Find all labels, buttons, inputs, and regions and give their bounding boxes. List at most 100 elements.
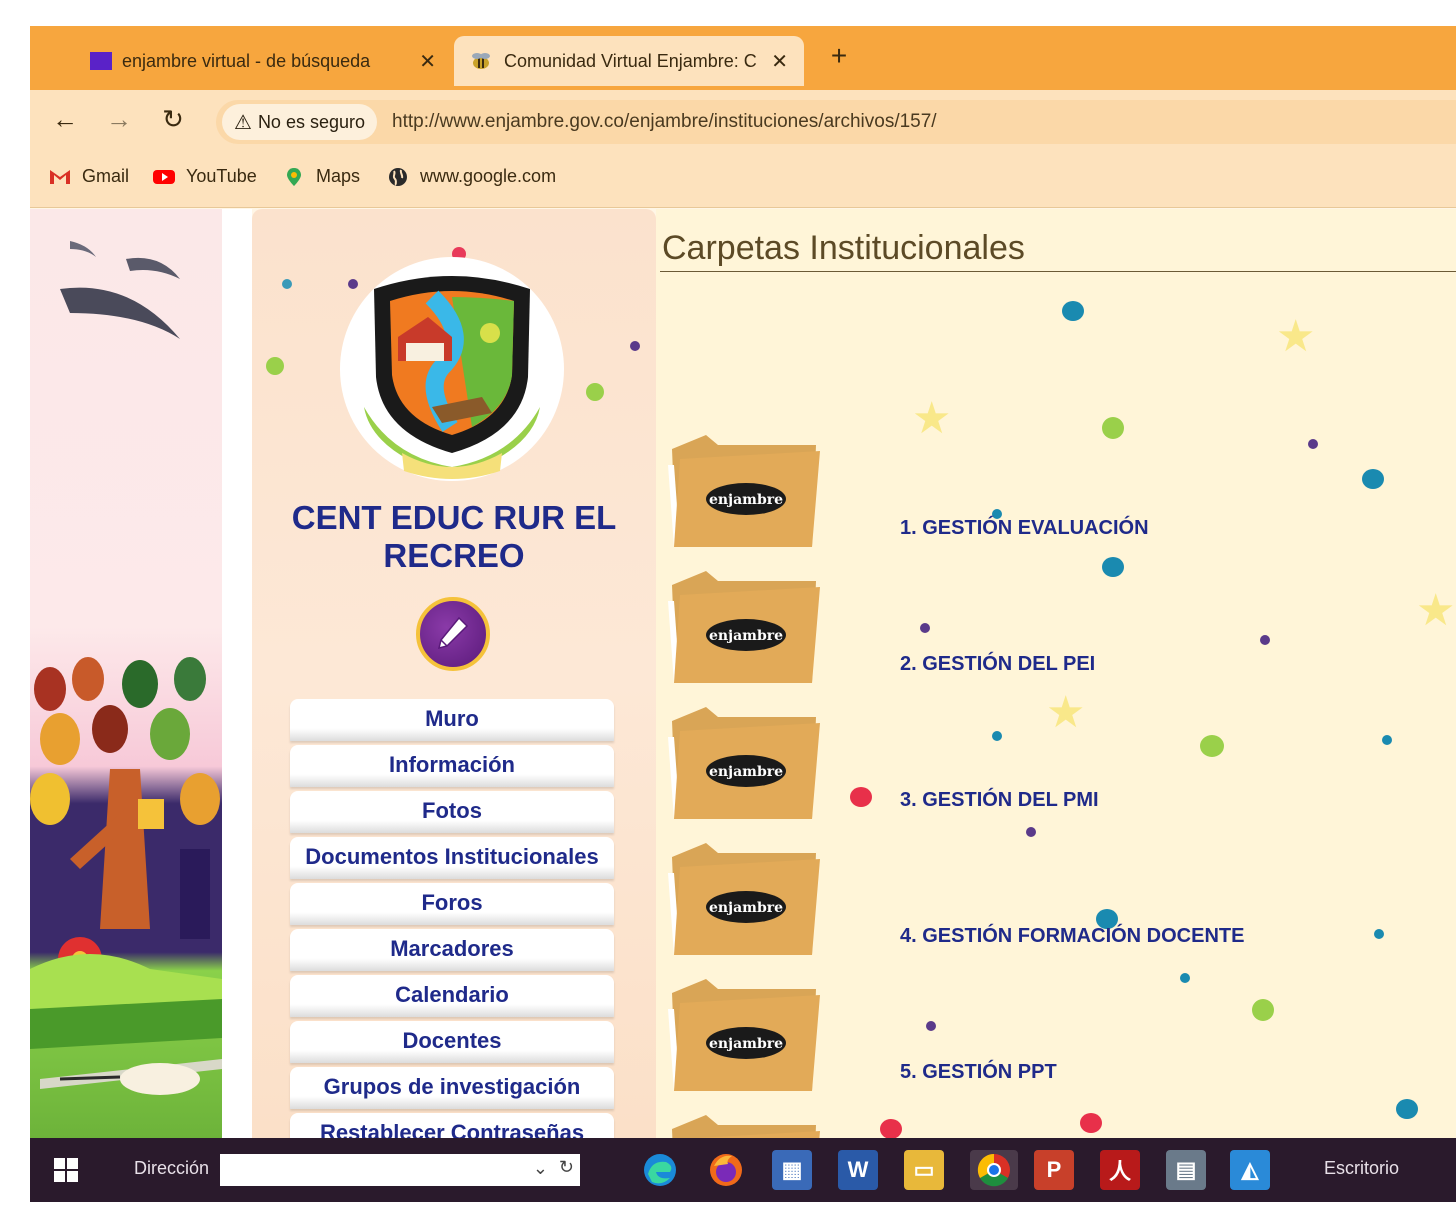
bookmark-label: YouTube [186,166,257,186]
menu-item-foros[interactable]: Foros [290,883,614,925]
menu-item-fotos[interactable]: Fotos [290,791,614,833]
decorative-illustration [30,209,222,1138]
edit-pencil-button[interactable] [416,597,490,671]
decorative-star-icon: ★ [1276,312,1316,361]
firefox-icon[interactable] [706,1150,746,1190]
folder-label[interactable]: 1. GESTIÓN EVALUACIÓN [900,517,1149,540]
school-crest-logo [340,257,564,481]
institution-sidebar: CENT EDUC RUR EL RECREO Muro Información… [252,209,656,1138]
confetti-dot [630,341,640,351]
folder-row[interactable]: enjambre 5. GESTIÓN PPT [666,973,1456,1103]
folder-icon[interactable]: enjambre [666,565,822,687]
svg-text:enjambre: enjambre [709,628,783,644]
close-tab-icon[interactable]: ✕ [771,49,788,74]
folder-label[interactable]: 4. GESTIÓN FORMACIÓN DOCENTE [900,925,1244,948]
new-tab-button[interactable]: + [826,40,852,72]
navigation-toolbar: ← → ↻ ⚠ No es seguro http://www.enjambre… [30,90,1456,150]
chrome-icon[interactable] [970,1150,1018,1190]
svg-text:enjambre: enjambre [709,764,783,780]
address-bar[interactable]: ⚠ No es seguro http://www.enjambre.gov.c… [216,100,1456,144]
folder-icon[interactable]: enjambre [666,837,822,959]
menu-item-grupos[interactable]: Grupos de investigación [290,1067,614,1109]
birds-and-tree-illustration [30,241,222,1095]
tab-comunidad-enjambre[interactable]: Comunidad Virtual Enjambre: C ✕ [454,36,804,86]
security-indicator[interactable]: ⚠ No es seguro [222,104,377,140]
bookmark-label: Maps [316,166,361,186]
folder-row[interactable]: enjambre 3. GESTIÓN DEL PMI [666,701,1456,831]
svg-text:enjambre: enjambre [709,900,783,916]
folder-icon[interactable] [666,1109,822,1138]
windows-taskbar: Dirección ⌄ ↻ ▦ W ▭ P 人 ▤ ◭ Escritorio [30,1138,1456,1202]
photos-icon[interactable]: ◭ [1230,1150,1270,1190]
security-label: No es seguro [257,111,365,132]
tab-strip: enjambre virtual - de búsqueda ✕ Comunid… [30,26,1456,90]
menu-item-documentos[interactable]: Documentos Institucionales [290,837,614,879]
svg-text:enjambre: enjambre [709,1036,783,1052]
pencil-icon [437,616,469,650]
folder-label[interactable]: 2. GESTIÓN DEL PEI [900,653,1095,676]
bookmark-label: Gmail [82,166,130,186]
forward-arrow-icon[interactable]: → [104,104,134,134]
web-page: CENT EDUC RUR EL RECREO Muro Información… [30,209,1456,1138]
word-icon[interactable]: W [838,1150,878,1190]
folder-label[interactable]: 5. GESTIÓN PPT [900,1061,1057,1084]
bookmarks-bar: Gmail YouTube Maps www.google.com [30,150,1456,208]
screen: enjambre virtual - de búsqueda ✕ Comunid… [0,0,1456,1226]
folder-row[interactable]: enjambre 4. GESTIÓN FORMACIÓN DOCENTE [666,837,1456,967]
tab-enjambre-search[interactable]: enjambre virtual - de búsqueda ✕ [90,36,450,86]
confetti-dot [266,357,284,375]
tab-title: Comunidad Virtual Enjambre: C [504,50,757,71]
chevron-down-icon[interactable]: ⌄ [533,1158,548,1179]
bookmark-maps[interactable]: Maps [282,166,360,187]
confetti-dot [282,279,292,289]
reload-icon[interactable]: ↻ [158,104,188,134]
youtube-icon [153,169,175,184]
windows-start-icon[interactable] [46,1150,86,1190]
menu-item-marcadores[interactable]: Marcadores [290,929,614,971]
folder-label[interactable]: 3. GESTIÓN DEL PMI [900,789,1099,812]
svg-text:enjambre: enjambre [709,492,783,508]
page-title: Carpetas Institucionales [662,229,1025,267]
menu-item-muro[interactable]: Muro [290,699,614,741]
warning-triangle-icon: ⚠ [234,111,252,134]
refresh-icon[interactable]: ↻ [559,1157,574,1178]
folder-row[interactable]: enjambre 1. GESTIÓN EVALUACIÓN [666,429,1456,559]
title-divider [660,271,1456,272]
file-explorer-icon[interactable]: ▭ [904,1150,944,1190]
sidebar-menu: Muro Información Fotos Documentos Instit… [290,699,614,1138]
back-arrow-icon[interactable]: ← [50,104,80,134]
folder-icon[interactable]: enjambre [666,973,822,1095]
url-text[interactable]: http://www.enjambre.gov.co/enjambre/inst… [392,111,937,133]
confetti-dot [1062,301,1084,321]
tab-favicon-icon [90,52,112,70]
menu-item-restablecer[interactable]: Restablecer Contraseñas [290,1113,614,1138]
browser-window: enjambre virtual - de búsqueda ✕ Comunid… [30,26,1456,1202]
menu-item-docentes[interactable]: Docentes [290,1021,614,1063]
powerpoint-icon[interactable]: P [1034,1150,1074,1190]
spacer [222,209,252,1138]
close-tab-icon[interactable]: ✕ [419,49,436,74]
maps-pin-icon [287,167,301,186]
folder-icon[interactable]: enjambre [666,701,822,823]
edge-browser-icon[interactable] [640,1150,680,1190]
menu-item-calendario[interactable]: Calendario [290,975,614,1017]
desktop-toolbar-label[interactable]: Escritorio [1324,1158,1399,1179]
gmail-icon [50,169,70,184]
calculator-icon[interactable]: ▤ [1166,1150,1206,1190]
address-toolbar-label: Dirección [134,1158,210,1178]
acrobat-reader-icon[interactable]: 人 [1100,1150,1140,1190]
bookmark-gmail[interactable]: Gmail [48,166,129,187]
bookmark-youtube[interactable]: YouTube [152,166,257,187]
control-panel-icon[interactable]: ▦ [772,1150,812,1190]
confetti-dot [586,383,604,401]
bookmark-google[interactable]: www.google.com [386,166,556,187]
folder-row[interactable]: enjambre 2. GESTIÓN DEL PEI [666,565,1456,695]
tab-title: enjambre virtual - de búsqueda [122,50,371,71]
school-name: CENT EDUC RUR EL RECREO [291,499,617,574]
folder-icon[interactable]: enjambre [666,429,822,551]
folder-row[interactable] [666,1109,1456,1138]
bee-favicon-icon [472,53,490,69]
address-toolbar-input[interactable]: ⌄ ↻ [220,1154,580,1186]
menu-item-informacion[interactable]: Información [290,745,614,787]
bookmark-label: www.google.com [420,166,557,186]
